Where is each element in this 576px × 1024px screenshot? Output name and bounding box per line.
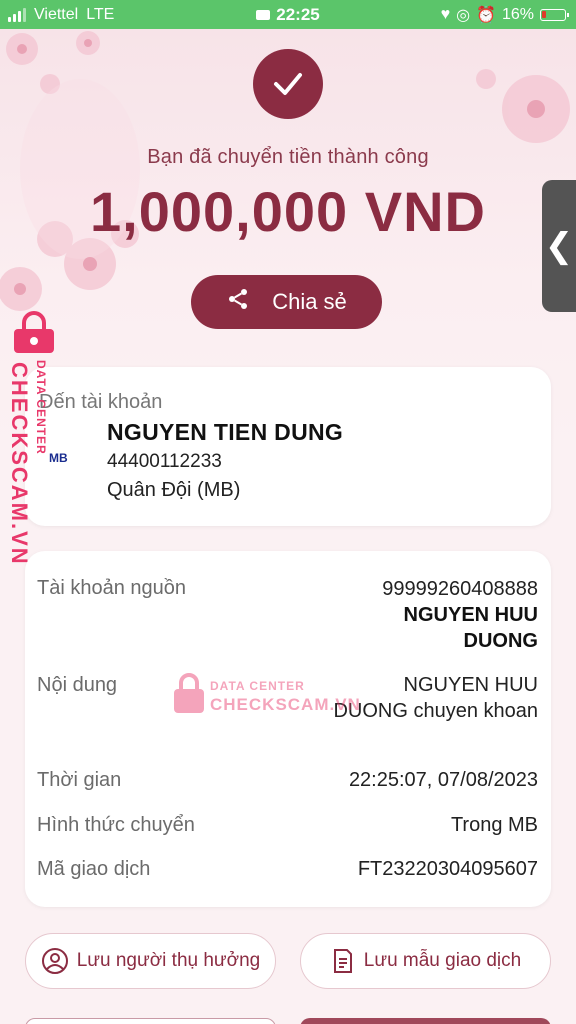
time-label: Thời gian <box>37 769 122 791</box>
source-account-name-1: NGUYEN HUU <box>403 604 538 626</box>
save-template-label: Lưu mẫu giao dịch <box>363 950 522 971</box>
source-account-number: 99999260408888 <box>382 578 538 600</box>
watermark-lock-icon <box>14 311 54 353</box>
watermark-center-line1: DATA CENTER <box>210 679 305 693</box>
chevron-left-icon: ❮ <box>544 227 574 265</box>
bottom-button-peek-left[interactable] <box>25 1018 276 1024</box>
save-beneficiary-label: Lưu người thụ hưởng <box>76 950 261 971</box>
save-template-button[interactable]: Lưu mẫu giao dịch <box>300 933 551 989</box>
recipient-account: 44400112233 <box>107 451 222 472</box>
bottom-button-peek-right[interactable] <box>300 1018 551 1024</box>
watermark-checkscam: CHECKSCAM.VN <box>7 362 32 566</box>
success-message: Bạn đã chuyển tiền thành công <box>147 146 429 168</box>
content-line-2: DUONG chuyen khoan <box>333 700 538 722</box>
battery-percent: 16% <box>501 6 534 23</box>
transaction-id-label: Mã giao dịch <box>37 858 151 880</box>
recipient-bank: Quân Đội (MB) <box>107 479 241 501</box>
user-circle-icon <box>41 948 68 974</box>
method-value: Trong MB <box>450 814 538 836</box>
success-check-icon <box>253 49 323 119</box>
source-account-label: Tài khoản nguồn <box>37 577 187 599</box>
details-card: Tài khoản nguồn 99999260408888 NGUYEN HU… <box>25 551 551 907</box>
watermark-datacenter: DATA CENTER <box>34 360 48 455</box>
watermark-center-line2: CHECKSCAM.VN <box>210 695 361 714</box>
content-label: Nội dung <box>37 674 118 696</box>
transaction-id-value: FT23220304095607 <box>357 858 538 880</box>
share-label: Chia sẻ <box>272 289 347 314</box>
share-icon <box>226 287 250 317</box>
lock-rotation-icon: ◎ <box>456 7 471 24</box>
watermark-center: DATA CENTER CHECKSCAM.VN <box>172 671 362 721</box>
recipient-card: Đến tài khoản MB NGUYEN TIEN DUNG 444001… <box>25 367 551 526</box>
recipient-name: NGUYEN TIEN DUNG <box>107 419 344 445</box>
source-account-name-2: DUONG <box>463 630 538 652</box>
share-button[interactable]: Chia sẻ <box>191 275 382 329</box>
content-line-1: NGUYEN HUU <box>403 674 538 696</box>
time-value: 22:25:07, 07/08/2023 <box>348 769 538 791</box>
heart-icon: ♥ <box>440 6 451 23</box>
side-panel-tab[interactable]: ❮ <box>542 180 576 312</box>
mb-bank-logo: MB <box>49 451 68 465</box>
save-beneficiary-button[interactable]: Lưu người thụ hưởng <box>25 933 276 989</box>
watermark-center-lock-icon <box>174 673 204 713</box>
battery-icon <box>540 9 569 21</box>
camera-icon <box>256 9 271 20</box>
method-label: Hình thức chuyển <box>37 814 195 836</box>
source-account-value: 99999260408888 NGUYEN HUU DUONG <box>382 576 538 654</box>
transfer-amount: 1,000,000 VND <box>90 180 486 243</box>
status-time: 22:25 <box>276 5 320 24</box>
recipient-label: Đến tài khoản <box>39 391 163 413</box>
content-value: NGUYEN HUU DUONG chuyen khoan <box>333 672 538 724</box>
status-bar: Viettel LTE 22:25 ♥ ◎ ⏰ 16% <box>0 0 576 29</box>
status-right: ♥ ◎ ⏰ 16% <box>440 5 569 25</box>
alarm-icon: ⏰ <box>476 7 496 24</box>
document-icon <box>333 949 352 973</box>
